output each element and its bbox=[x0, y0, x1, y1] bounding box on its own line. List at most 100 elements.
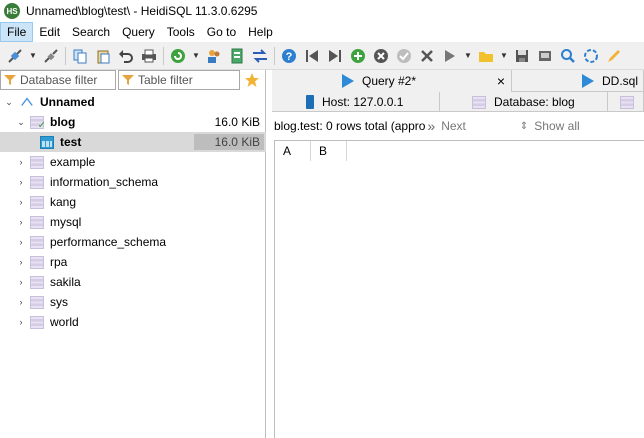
chevron-right-icon[interactable]: › bbox=[16, 237, 26, 247]
tree-db-blog[interactable]: ⌄ ✓ blog 16.0 KiB bbox=[0, 112, 266, 132]
tree-db-performance-schema[interactable]: › performance_schema bbox=[0, 232, 266, 252]
chevron-right-icon[interactable]: › bbox=[16, 157, 26, 167]
tab-label: Query #2* bbox=[362, 74, 417, 88]
tree-db-example[interactable]: › example bbox=[0, 152, 266, 172]
connect-dropdown-icon[interactable]: ▼ bbox=[29, 47, 37, 65]
tree-db-world[interactable]: › world bbox=[0, 312, 266, 332]
favorites-star-icon[interactable] bbox=[240, 70, 264, 90]
filter-icon bbox=[4, 75, 16, 85]
tree-db-sakila[interactable]: › sakila bbox=[0, 272, 266, 292]
tree-db-label: world bbox=[50, 315, 79, 329]
title-bar: HS Unnamed\blog\test\ - HeidiSQL 11.3.0.… bbox=[0, 0, 644, 22]
tab-dd-sql[interactable]: DD.sql bbox=[512, 70, 644, 92]
menu-goto[interactable]: Go to bbox=[201, 22, 242, 42]
transfer-icon[interactable] bbox=[251, 47, 269, 65]
save-icon[interactable] bbox=[513, 47, 531, 65]
grid-column-header[interactable]: B bbox=[311, 141, 347, 161]
tree-db-label: rpa bbox=[50, 255, 68, 269]
database-icon bbox=[30, 275, 44, 289]
open-dropdown-icon[interactable]: ▼ bbox=[500, 47, 508, 65]
tab-label: Host: 127.0.0.1 bbox=[322, 95, 404, 109]
print-preview-icon[interactable] bbox=[536, 47, 554, 65]
open-folder-icon[interactable] bbox=[477, 47, 495, 65]
chevron-right-icon[interactable]: › bbox=[16, 197, 26, 207]
tree-db-label: sakila bbox=[50, 275, 81, 289]
table-filter-input[interactable]: Table filter bbox=[118, 70, 240, 90]
tab-database[interactable]: Database: blog bbox=[440, 92, 608, 112]
menu-query[interactable]: Query bbox=[116, 22, 161, 42]
add-icon[interactable] bbox=[349, 47, 367, 65]
disconnect-icon[interactable] bbox=[42, 47, 60, 65]
result-grid[interactable]: A B bbox=[274, 140, 644, 438]
menu-search[interactable]: Search bbox=[66, 22, 116, 42]
tree-db-mysql[interactable]: › mysql bbox=[0, 212, 266, 232]
last-icon[interactable] bbox=[326, 47, 344, 65]
tab-query-2[interactable]: Query #2* × bbox=[272, 70, 512, 92]
paste-icon[interactable] bbox=[94, 47, 112, 65]
database-icon bbox=[30, 235, 44, 249]
confirm-icon[interactable] bbox=[395, 47, 413, 65]
replace-icon[interactable] bbox=[582, 47, 600, 65]
query-tab-bar: Query #2* × DD.sql bbox=[272, 70, 644, 92]
table-size: 16.0 KiB bbox=[194, 134, 264, 150]
database-icon bbox=[30, 255, 44, 269]
database-filter-input[interactable]: Database filter bbox=[0, 70, 116, 90]
print-icon[interactable] bbox=[140, 47, 158, 65]
first-icon[interactable] bbox=[303, 47, 321, 65]
database-tree-panel: Database filter Table filter ⌄ Unnamed ⌄… bbox=[0, 70, 266, 438]
toolbar-separator bbox=[163, 46, 164, 65]
clear-icon[interactable] bbox=[418, 47, 436, 65]
menu-help[interactable]: Help bbox=[242, 22, 279, 42]
help-icon[interactable]: ? bbox=[280, 47, 298, 65]
tree-db-label: information_schema bbox=[50, 175, 159, 189]
database-icon bbox=[30, 215, 44, 229]
main-toolbar: ▼ ▼ ? ▼ ▼ bbox=[0, 42, 644, 70]
query-tab-icon bbox=[342, 74, 354, 88]
result-header: blog.test: 0 rows total (appro » Next ⇕ … bbox=[272, 116, 644, 136]
tree-db-label: blog bbox=[50, 115, 76, 129]
tab-table[interactable] bbox=[608, 92, 644, 112]
chevron-down-icon[interactable]: ⌄ bbox=[4, 97, 14, 107]
connect-icon[interactable] bbox=[6, 47, 24, 65]
server-connection-icon bbox=[21, 97, 33, 106]
close-icon[interactable]: × bbox=[497, 73, 505, 89]
tree-db-kang[interactable]: › kang bbox=[0, 192, 266, 212]
grid-column-header[interactable]: A bbox=[275, 141, 311, 161]
database-icon bbox=[30, 315, 44, 329]
tab-host[interactable]: Host: 127.0.0.1 bbox=[272, 92, 440, 112]
database-icon bbox=[30, 295, 44, 309]
chevron-right-icon[interactable]: › bbox=[16, 217, 26, 227]
tab-label: Database: blog bbox=[494, 95, 575, 109]
tree-root-unnamed[interactable]: ⌄ Unnamed bbox=[0, 92, 266, 112]
tree-db-rpa[interactable]: › rpa bbox=[0, 252, 266, 272]
refresh-icon[interactable] bbox=[169, 47, 187, 65]
pencil-icon[interactable] bbox=[605, 47, 623, 65]
user-manager-icon[interactable] bbox=[205, 47, 223, 65]
tree-db-sys[interactable]: › sys bbox=[0, 292, 266, 312]
show-all-button[interactable]: Show all bbox=[534, 119, 579, 133]
copy-icon[interactable] bbox=[71, 47, 89, 65]
tree-table-test[interactable]: test 16.0 KiB bbox=[0, 132, 266, 152]
chevron-right-icon[interactable]: › bbox=[16, 297, 26, 307]
chevron-right-icon[interactable]: › bbox=[16, 277, 26, 287]
run-dropdown-icon[interactable]: ▼ bbox=[464, 47, 472, 65]
refresh-dropdown-icon[interactable]: ▼ bbox=[192, 47, 200, 65]
menu-edit[interactable]: Edit bbox=[33, 22, 66, 42]
chevron-right-icon[interactable]: › bbox=[16, 257, 26, 267]
run-icon[interactable] bbox=[441, 47, 459, 65]
tree-db-information-schema[interactable]: › information_schema bbox=[0, 172, 266, 192]
db-size: 16.0 KiB bbox=[214, 115, 260, 129]
menu-tools[interactable]: Tools bbox=[161, 22, 201, 42]
chevron-right-icon[interactable]: › bbox=[16, 177, 26, 187]
chevron-down-icon[interactable]: ⌄ bbox=[16, 117, 26, 127]
cancel-icon[interactable] bbox=[372, 47, 390, 65]
next-button[interactable]: Next bbox=[441, 119, 466, 133]
chevron-right-icon[interactable]: › bbox=[16, 317, 26, 327]
menu-file[interactable]: File bbox=[0, 22, 34, 42]
sort-arrows-icon[interactable]: ⇕ bbox=[520, 121, 528, 132]
find-icon[interactable] bbox=[559, 47, 577, 65]
undo-icon[interactable] bbox=[117, 47, 135, 65]
double-chevron-right-icon[interactable]: » bbox=[427, 118, 435, 134]
database-icon bbox=[472, 95, 486, 109]
export-icon[interactable] bbox=[228, 47, 246, 65]
